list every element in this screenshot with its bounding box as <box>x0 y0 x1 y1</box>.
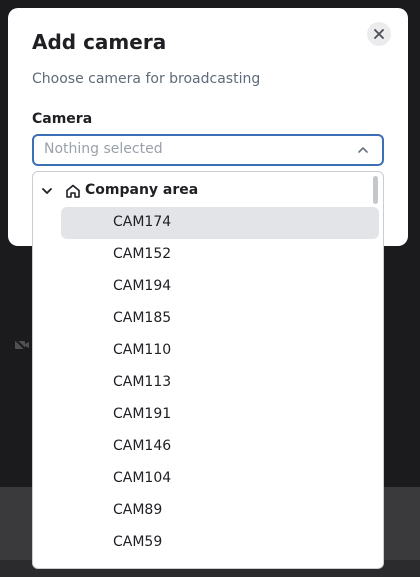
option-cam110[interactable]: CAM110 <box>61 335 379 367</box>
option-label: CAM194 <box>113 278 172 294</box>
option-cam89[interactable]: CAM89 <box>61 495 379 527</box>
option-label: CAM152 <box>113 246 172 262</box>
close-button[interactable] <box>367 22 391 46</box>
option-cam191[interactable]: CAM191 <box>61 399 379 431</box>
close-icon <box>374 29 384 39</box>
option-cam59[interactable]: CAM59 <box>61 527 379 559</box>
option-cam146[interactable]: CAM146 <box>61 431 379 463</box>
modal-title: Add camera <box>32 30 167 54</box>
camera-dropdown-list[interactable]: Company area CAM174 CAM152 CAM194 CAM185… <box>32 171 384 569</box>
group-company-area[interactable]: Company area <box>33 180 373 204</box>
option-label: CAM146 <box>113 438 172 454</box>
option-label: CAM104 <box>113 470 172 486</box>
chevron-up-icon <box>358 147 368 153</box>
chevron-down-icon[interactable] <box>41 185 53 197</box>
camera-select-placeholder: Nothing selected <box>44 141 163 157</box>
option-label: CAM59 <box>113 534 163 550</box>
video-off-icon <box>14 338 29 353</box>
option-label: CAM191 <box>113 406 172 422</box>
option-cam104[interactable]: CAM104 <box>61 463 379 495</box>
option-cam113[interactable]: CAM113 <box>61 367 379 399</box>
modal-subtitle: Choose camera for broadcasting <box>32 71 261 87</box>
option-label: CAM174 <box>113 214 172 230</box>
option-cam174[interactable]: CAM174 <box>61 207 379 239</box>
option-cam194[interactable]: CAM194 <box>61 271 379 303</box>
option-label: CAM185 <box>113 310 172 326</box>
home-icon <box>66 184 80 198</box>
option-label: CAM110 <box>113 342 172 358</box>
option-label: CAM89 <box>113 502 163 518</box>
option-label: CAM113 <box>113 374 172 390</box>
group-label: Company area <box>85 182 199 198</box>
option-cam185[interactable]: CAM185 <box>61 303 379 335</box>
option-cam152[interactable]: CAM152 <box>61 239 379 271</box>
dropdown-scrollbar[interactable] <box>373 176 378 204</box>
camera-field-label: Camera <box>32 111 93 127</box>
camera-select[interactable]: Nothing selected <box>32 134 384 166</box>
